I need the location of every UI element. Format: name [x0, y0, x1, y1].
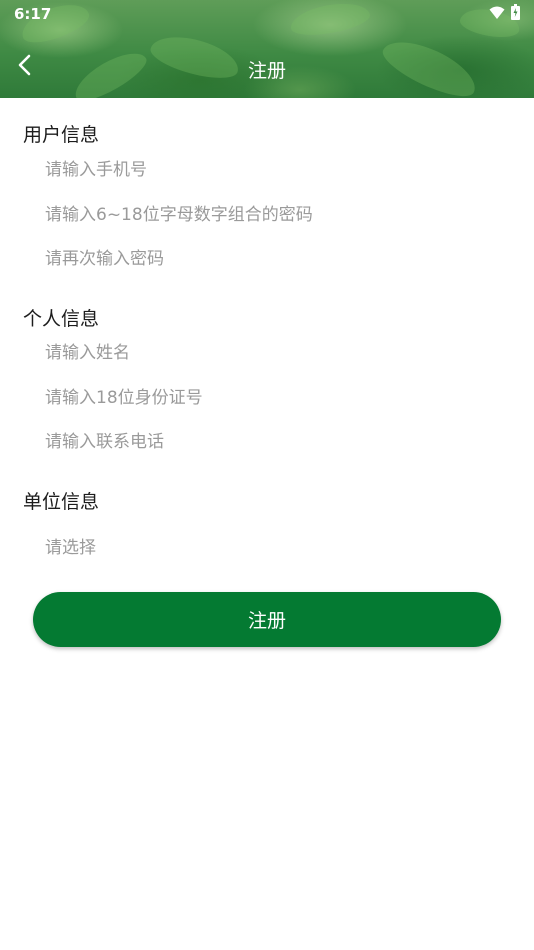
contact-phone-input[interactable]	[45, 425, 505, 459]
status-bar: 6:17	[0, 0, 534, 28]
password-input[interactable]	[45, 198, 505, 232]
name-input[interactable]	[45, 336, 505, 370]
leaf-decoration	[68, 43, 152, 98]
battery-icon	[511, 4, 520, 24]
status-icons	[489, 4, 520, 24]
id-number-input[interactable]	[45, 381, 505, 415]
company-select[interactable]: 请选择	[45, 531, 505, 565]
leaf-decoration	[377, 30, 483, 98]
status-time: 6:17	[14, 5, 52, 23]
phone-input[interactable]	[45, 153, 505, 187]
section-title-personal-info: 个人信息	[23, 308, 100, 330]
section-title-user-info: 用户信息	[23, 124, 100, 146]
confirm-password-input[interactable]	[45, 242, 505, 276]
back-arrow-icon	[17, 54, 33, 80]
header-banner: 6:17 注册	[0, 0, 534, 98]
wifi-icon	[489, 5, 505, 24]
register-button[interactable]: 注册	[33, 592, 501, 647]
back-button[interactable]	[8, 50, 42, 84]
leaf-decoration	[147, 28, 243, 86]
section-title-company-info: 单位信息	[23, 491, 100, 513]
page-title-text: 注册	[247, 60, 286, 82]
